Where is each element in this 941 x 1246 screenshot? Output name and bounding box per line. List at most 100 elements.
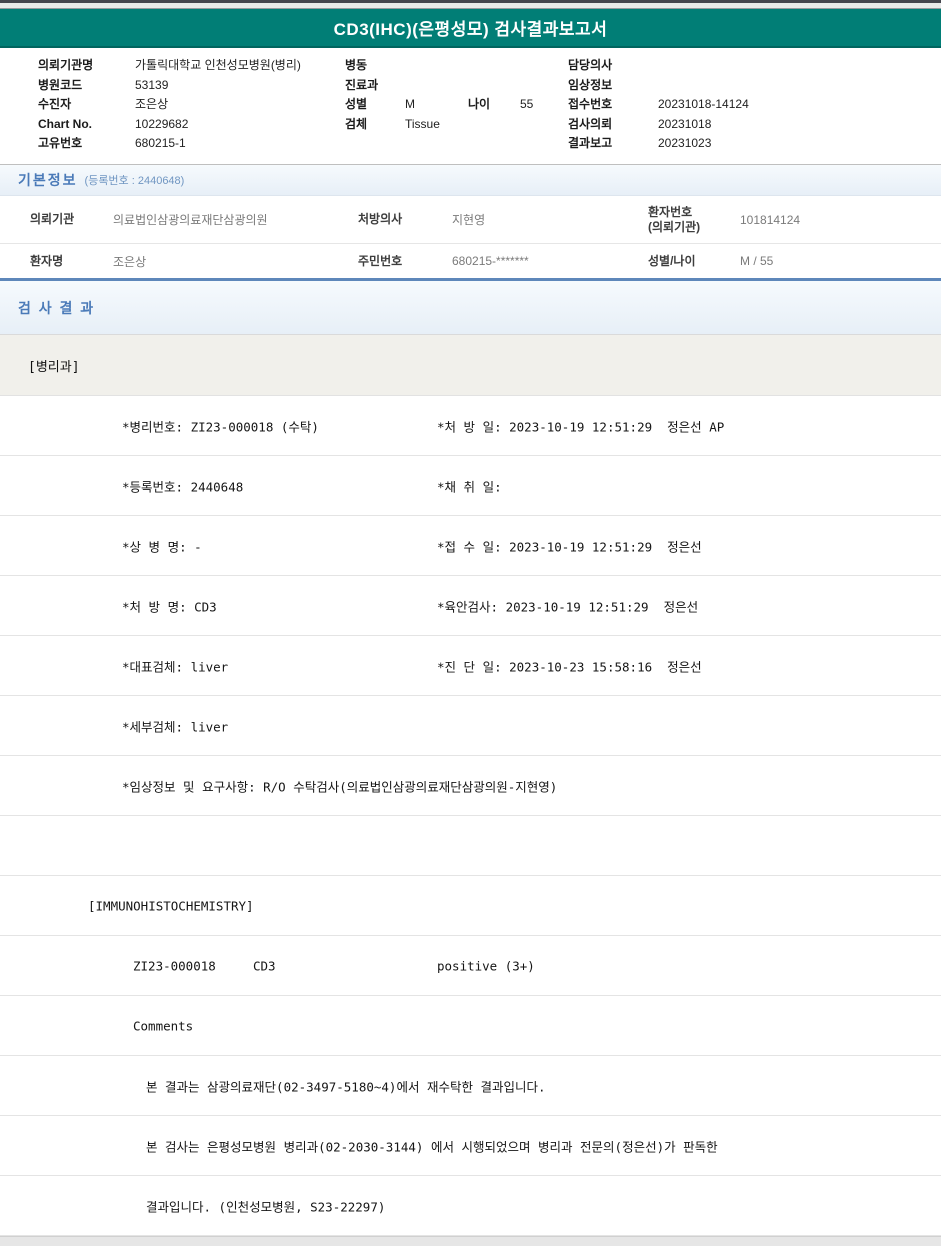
department-band: [병리과] — [0, 335, 941, 396]
field-label: 수진자 — [38, 97, 72, 111]
patient-header-row: 수진자 조은상 — [38, 95, 301, 115]
field-label: 성별/나이 — [648, 253, 696, 268]
field-value: Tissue — [405, 116, 440, 131]
report-row: *병리번호: ZI23-000018 (수탁) *처 방 일: 2023-10-1… — [0, 396, 941, 456]
field-value: 가톨릭대학교 인천성모병원(병리) — [135, 58, 301, 72]
field-value: 20231023 — [658, 136, 712, 150]
patient-header-row: 고유번호 680215-1 — [38, 134, 301, 154]
field-label: 병원코드 — [38, 77, 83, 92]
report-row: 본 결과는 삼광의료재단(02-3497-5180~4)에서 재수탁한 결과입니… — [0, 1056, 941, 1116]
patient-header-row: 진료과 — [345, 76, 583, 96]
field-value: 10229682 — [135, 116, 189, 131]
department-label: [병리과] — [28, 359, 80, 375]
patient-header-row: 의뢰기관명 가톨릭대학교 인천성모병원(병리) — [38, 56, 301, 76]
report-text: *세부검체: liver — [122, 719, 229, 734]
field-label: 환자명 — [30, 253, 64, 268]
patient-header-row: 성별 M 나이 55 — [345, 95, 583, 115]
report-text: *대표검체: liver — [122, 659, 229, 674]
report-title-bar: CD3(IHC)(은평성모) 검사결과보고서 — [0, 9, 941, 48]
field-value: M / 55 — [740, 254, 774, 268]
patient-header-right-column: 담당의사임상정보접수번호 20231018-14124 검사의뢰 20231018 결과… — [568, 56, 749, 154]
report-text: *육안검사: 2023-10-19 12:51:29 정은선 — [437, 599, 699, 614]
report-row: *등록번호: 2440648 *채 취 일: — [0, 456, 941, 516]
patient-header-row: 검체 Tissue — [345, 115, 583, 135]
patient-header-block: 의뢰기관명 가톨릭대학교 인천성모병원(병리) 병원코드 53139 수진자 조은상 Cha… — [0, 48, 941, 164]
field-label: 의뢰기관 — [30, 212, 75, 226]
basic-info-row: 의뢰기관 의료법인삼광의료재단삼광의원 처방의사 지현영 환자번호 (의뢰기관) 1018… — [0, 196, 941, 244]
patient-header-left-column: 의뢰기관명 가톨릭대학교 인천성모병원(병리) 병원코드 53139 수진자 조은상 Cha… — [38, 56, 301, 154]
field-label: 진료과 — [345, 77, 379, 92]
patient-header-row: 임상정보 — [568, 76, 749, 96]
report-text: 본 결과는 삼광의료재단(02-3497-5180~4)에서 재수탁한 결과입니… — [146, 1079, 546, 1094]
report-row: *세부검체: liver — [0, 696, 941, 756]
basic-info-title: 기본정보 — [18, 172, 78, 188]
field-label: 담당의사 — [568, 58, 613, 72]
report-text: *상 병 명: - — [122, 539, 202, 554]
report-row: *대표검체: liver *진 단 일: 2023-10-23 15:58:16 … — [0, 636, 941, 696]
field-label: 처방의사 — [358, 212, 403, 226]
field-value: 조은상 — [135, 97, 169, 111]
field-value: 101814124 — [740, 212, 801, 227]
report-row: *상 병 명: - *접 수 일: 2023-10-19 12:51:29 정은선 — [0, 516, 941, 576]
bottom-strip — [0, 1236, 941, 1246]
lab-report-page: CD3(IHC)(은평성모) 검사결과보고서 의뢰기관명 가톨릭대학교 인천성모병… — [0, 0, 941, 1246]
report-text: [IMMUNOHISTOCHEMISTRY] — [88, 898, 254, 913]
field-value: 53139 — [135, 77, 169, 92]
field-label: 환자번호 (의뢰기관) — [648, 204, 701, 234]
report-text: positive (3+) — [437, 958, 535, 973]
results-title: 검 사 결 과 — [18, 299, 96, 316]
field-value: 680215-1 — [135, 136, 186, 150]
report-text: ZI23-000018 — [133, 958, 216, 973]
field-value: 조은상 — [113, 254, 147, 269]
field-label: 검사의뢰 — [568, 116, 613, 131]
report-row: [IMMUNOHISTOCHEMISTRY] — [0, 876, 941, 936]
field-label: 나이 — [468, 97, 491, 111]
report-text: 본 검사는 은평성모병원 병리과(02-2030-3144) 에서 시행되었으며… — [146, 1139, 718, 1154]
field-value: 20231018 — [658, 116, 712, 131]
field-value: 지현영 — [452, 213, 486, 227]
patient-header-row: 검사의뢰 20231018 — [568, 115, 749, 135]
page-title: CD3(IHC)(은평성모) 검사결과보고서 — [333, 20, 608, 39]
patient-header-row: Chart No. 10229682 — [38, 115, 301, 135]
field-value: 20231018-14124 — [658, 97, 749, 111]
patient-header-middle-column: 병동 진료과 성별 M 나이 55 검체 Tissue — [345, 56, 583, 134]
patient-header-row: 병원코드 53139 — [38, 76, 301, 96]
report-text: *진 단 일: 2023-10-23 15:58:16 정은선 — [437, 659, 702, 674]
field-value: M — [405, 97, 415, 111]
report-body: *병리번호: ZI23-000018 (수탁) *처 방 일: 2023-10-1… — [0, 396, 941, 1236]
basic-info-row: 환자명 조은상 주민번호 680215-******* 성별/나이 M / 55 — [0, 244, 941, 278]
patient-header-row: 접수번호 20231018-14124 — [568, 95, 749, 115]
report-text: Comments — [133, 1018, 194, 1033]
field-label: 성별 — [345, 97, 368, 111]
report-text: 결과입니다. (인천성모병원, S23-22297) — [146, 1199, 386, 1214]
report-text: *처 방 일: 2023-10-19 12:51:29 정은선 AP — [437, 419, 725, 434]
basic-info-table: 의뢰기관 의료법인삼광의료재단삼광의원 처방의사 지현영 환자번호 (의뢰기관) 1018… — [0, 196, 941, 281]
field-label: 임상정보 — [568, 77, 613, 92]
field-value: 의료법인삼광의료재단삼광의원 — [113, 213, 268, 227]
report-text: CD3 — [253, 958, 276, 973]
report-row: *처 방 명: CD3 *육안검사: 2023-10-19 12:51:29 정은… — [0, 576, 941, 636]
field-label: 결과보고 — [568, 136, 613, 150]
report-text: *접 수 일: 2023-10-19 12:51:29 정은선 — [437, 539, 702, 554]
field-label: 주민번호 — [358, 253, 403, 268]
field-label: Chart No. — [38, 116, 92, 131]
registration-number-note: (등록번호 : 2440648) — [84, 175, 185, 187]
report-row: 본 검사는 은평성모병원 병리과(02-2030-3144) 에서 시행되었으며… — [0, 1116, 941, 1176]
report-row — [0, 816, 941, 876]
patient-header-row: 결과보고 20231023 — [568, 134, 749, 154]
report-row: *임상정보 및 요구사항: R/O 수탁검사(의료법인삼광의료재단삼광의원-지현… — [0, 756, 941, 816]
field-label: 고유번호 — [38, 136, 83, 150]
field-label: 의뢰기관명 — [38, 58, 94, 72]
report-text: *병리번호: ZI23-000018 (수탁) — [122, 419, 319, 434]
field-value: 680215-******* — [452, 254, 529, 268]
report-text: *임상정보 및 요구사항: R/O 수탁검사(의료법인삼광의료재단삼광의원-지현… — [122, 779, 558, 794]
report-text: *채 취 일: — [437, 479, 502, 494]
report-row: ZI23-000018 CD3 positive (3+) — [0, 936, 941, 996]
report-text: *처 방 명: CD3 — [122, 599, 217, 614]
report-text: *등록번호: 2440648 — [122, 479, 244, 494]
field-label: 접수번호 — [568, 97, 613, 111]
field-label: 병동 — [345, 58, 368, 72]
patient-header-row: 병동 — [345, 56, 583, 76]
field-label: 검체 — [345, 116, 368, 131]
basic-info-section-header: 기본정보 (등록번호 : 2440648) — [0, 164, 941, 196]
